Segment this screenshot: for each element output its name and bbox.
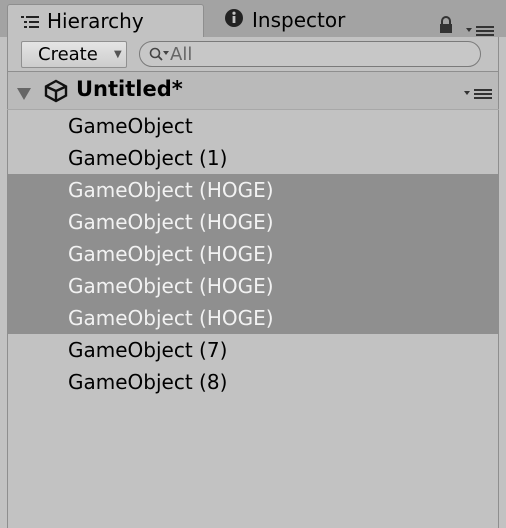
create-button-label: Create: [38, 44, 98, 65]
search-input[interactable]: [170, 43, 460, 65]
hierarchy-item[interactable]: GameObject (HOGE): [8, 302, 498, 334]
hierarchy-item-label: GameObject (HOGE): [68, 178, 274, 202]
tab-hierarchy[interactable]: Hierarchy: [7, 4, 204, 37]
foldout-arrow-icon[interactable]: [17, 85, 31, 104]
hierarchy-item-label: GameObject (HOGE): [68, 306, 274, 330]
hierarchy-item-label: GameObject (1): [68, 146, 228, 170]
tab-inspector[interactable]: Inspector: [218, 4, 418, 37]
hierarchy-panel: Hierarchy Inspector Create ▼ All Untitle…: [0, 0, 506, 528]
hierarchy-item[interactable]: GameObject (HOGE): [8, 238, 498, 270]
hierarchy-list: GameObject GameObject (1) GameObject (HO…: [7, 110, 499, 528]
hierarchy-item-label: GameObject: [68, 114, 193, 138]
hierarchy-list-icon: [21, 6, 39, 39]
hierarchy-item[interactable]: GameObject: [8, 110, 498, 142]
tab-inspector-label: Inspector: [252, 8, 346, 32]
lock-icon[interactable]: [438, 16, 454, 34]
search-field[interactable]: [139, 41, 481, 67]
hierarchy-item-label: GameObject (8): [68, 370, 228, 394]
scene-title: Untitled*: [76, 77, 183, 101]
hierarchy-item[interactable]: GameObject (HOGE): [8, 206, 498, 238]
hierarchy-item-label: GameObject (7): [68, 338, 228, 362]
create-dropdown-button[interactable]: Create ▼: [21, 41, 127, 68]
tab-hierarchy-label: Hierarchy: [47, 9, 144, 33]
scene-header[interactable]: Untitled*: [7, 72, 499, 109]
scene-menu-icon[interactable]: [463, 85, 493, 104]
info-icon: [224, 5, 244, 38]
hierarchy-item[interactable]: GameObject (1): [8, 142, 498, 174]
hierarchy-item[interactable]: GameObject (8): [8, 366, 498, 398]
hierarchy-item-label: GameObject (HOGE): [68, 274, 274, 298]
hierarchy-item[interactable]: GameObject (HOGE): [8, 174, 498, 206]
hierarchy-item-label: GameObject (HOGE): [68, 242, 274, 266]
dropdown-arrow-icon: ▼: [114, 49, 122, 60]
hierarchy-item-label: GameObject (HOGE): [68, 210, 274, 234]
hierarchy-item[interactable]: GameObject (7): [8, 334, 498, 366]
tab-strip: Hierarchy Inspector: [0, 0, 506, 37]
hierarchy-item[interactable]: GameObject (HOGE): [8, 270, 498, 302]
search-filter-icon[interactable]: [149, 47, 171, 67]
unity-scene-icon: [43, 79, 69, 107]
hierarchy-toolbar: Create ▼: [7, 37, 499, 71]
